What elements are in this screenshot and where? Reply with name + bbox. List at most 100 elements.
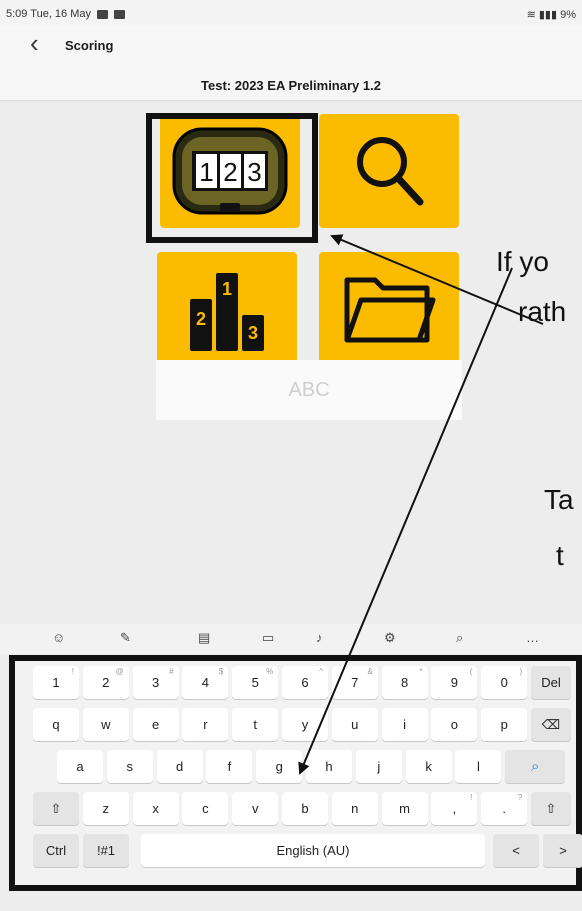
keyboard-key[interactable]: 3 # — [132, 666, 179, 699]
page-title: Scoring — [65, 38, 114, 53]
key-label: n — [351, 801, 359, 816]
podium-second: 2 — [196, 309, 206, 329]
folder-icon — [344, 277, 436, 343]
search-input[interactable]: ABC — [156, 360, 462, 420]
keyboard-key[interactable]: m — [381, 792, 428, 825]
keyboard-key[interactable]: ⌫ — [531, 708, 571, 741]
keyboard-key[interactable]: 5% — [232, 666, 279, 699]
microphone-icon[interactable]: ♪ — [316, 630, 323, 645]
clipboard-icon[interactable]: ▤ — [198, 630, 210, 646]
keyboard-key[interactable]: English (AU) — [141, 834, 485, 867]
key-label: 5 — [251, 675, 259, 690]
nav-strip — [0, 891, 582, 911]
key-label: k — [425, 759, 432, 774]
key-label: y — [301, 717, 309, 732]
keyboard-key[interactable]: j — [355, 750, 402, 783]
magnifier-icon — [357, 137, 424, 206]
key-label: e — [151, 717, 160, 732]
keyboard-key[interactable]: 2 @ — [82, 666, 129, 699]
keyboard-key[interactable]: ⇧ — [531, 792, 571, 825]
key-secondary-label: % — [266, 667, 274, 676]
key-secondary-label: ( — [469, 667, 473, 676]
key-label: x — [152, 801, 159, 816]
keyboard-key[interactable]: z — [82, 792, 129, 825]
keyboard-key[interactable]: g — [256, 750, 303, 783]
keyboard-key[interactable]: e — [132, 708, 179, 741]
battery-level: 9% — [560, 9, 576, 21]
keyboard-mode-icon[interactable]: ▭ — [262, 630, 274, 646]
settings-icon[interactable]: ⚙ — [384, 630, 396, 646]
test-label: Test: 2023 EA Preliminary 1.2 — [201, 78, 381, 93]
keyboard-key[interactable]: y — [282, 708, 328, 741]
key-label: j — [377, 759, 381, 774]
overlay-text-line: Ta — [544, 484, 574, 515]
keyboard-key[interactable]: ⇧ — [33, 792, 79, 825]
key-label: z — [102, 801, 110, 816]
keyboard-key[interactable]: Del — [531, 666, 571, 699]
keyboard-key[interactable]: Ctrl — [33, 834, 79, 867]
key-label: f — [227, 759, 232, 774]
keyboard-key[interactable]: v — [232, 792, 279, 825]
podium-first: 1 — [222, 279, 232, 299]
back-arrow-icon[interactable]: ‹ — [30, 30, 39, 56]
keyboard-key[interactable]: w — [82, 708, 129, 741]
keyboard-key[interactable]: < — [493, 834, 539, 867]
keyboard-key[interactable]: u — [331, 708, 378, 741]
on-screen-keyboard: 1! 2 @3 #4 $5% 6 ^ 7 & 8 * 9(0) Del q w e r t y u i o p ⌫ a s d f g h… — [9, 655, 582, 891]
keyboard-key[interactable]: c — [182, 792, 229, 825]
emoji-icon[interactable]: ☺ — [52, 630, 65, 645]
keyboard-key[interactable]: > — [543, 834, 582, 867]
more-icon[interactable]: … — [526, 630, 539, 645]
keyboard-key[interactable]: o — [431, 708, 478, 741]
keyboard-key[interactable]: 6 ^ — [282, 666, 328, 699]
keyboard-key[interactable]: t — [232, 708, 279, 741]
key-secondary-label: ^ — [319, 667, 323, 676]
status-indicators: ≋ ▮▮▮ 9% — [527, 8, 576, 21]
keyboard-key[interactable]: b — [282, 792, 328, 825]
keyboard-key[interactable]: 9( — [431, 666, 478, 699]
overlay-text-line: If yo — [496, 246, 549, 277]
search-tile[interactable] — [319, 114, 459, 228]
keyboard-key[interactable]: p — [481, 708, 528, 741]
keyboard-key[interactable]: 1! — [33, 666, 79, 699]
files-tile[interactable] — [319, 252, 459, 366]
keyboard-key[interactable]: f — [206, 750, 253, 783]
search-icon[interactable]: ⌕ — [456, 630, 463, 646]
key-secondary-label: @ — [115, 667, 124, 676]
key-secondary-label: ) — [519, 667, 523, 676]
keyboard-key[interactable]: r — [182, 708, 229, 741]
key-label: c — [202, 801, 209, 816]
overlay-text-line: rath — [518, 296, 567, 327]
keyboard-key[interactable]: 8 * — [381, 666, 428, 699]
keyboard-key[interactable]: k — [405, 750, 452, 783]
keyboard-key[interactable]: a — [57, 750, 103, 783]
keyboard-key[interactable]: x — [132, 792, 179, 825]
handwriting-icon[interactable]: ✎ — [120, 630, 131, 646]
keyboard-key[interactable]: ⌕ — [505, 750, 566, 783]
key-label: w — [101, 717, 111, 732]
keyboard-key[interactable]: n — [331, 792, 378, 825]
key-label: 9 — [450, 675, 458, 690]
keyboard-key[interactable]: ,! — [431, 792, 478, 825]
keyboard-key[interactable]: 7 & — [331, 666, 378, 699]
keyboard-key[interactable]: !#1 — [83, 834, 129, 867]
keyboard-key[interactable]: q — [33, 708, 79, 741]
key-label: u — [351, 717, 359, 732]
results-tile[interactable]: 2 1 3 — [157, 252, 297, 366]
key-label: !#1 — [96, 843, 116, 858]
key-label: . — [502, 801, 506, 816]
app-bar: ‹ Scoring Test: 2023 EA Preliminary 1.2 — [0, 26, 582, 101]
keyboard-key[interactable]: d — [156, 750, 203, 783]
keyboard-key[interactable]: i — [381, 708, 428, 741]
key-label: 1 — [52, 675, 60, 690]
key-label: Del — [541, 675, 561, 690]
keyboard-key[interactable]: h — [306, 750, 352, 783]
key-label: a — [76, 759, 84, 774]
keyboard-toolbar: ☺ ✎ ▤ ▭ ♪ ⚙ ⌕ … — [0, 624, 582, 654]
keyboard-key[interactable]: s — [106, 750, 153, 783]
keyboard-key[interactable]: l — [455, 750, 502, 783]
key-label: p — [500, 717, 508, 732]
keyboard-key[interactable]: .? — [481, 792, 528, 825]
keyboard-key[interactable]: 0) — [481, 666, 528, 699]
keyboard-key[interactable]: 4 $ — [182, 666, 229, 699]
